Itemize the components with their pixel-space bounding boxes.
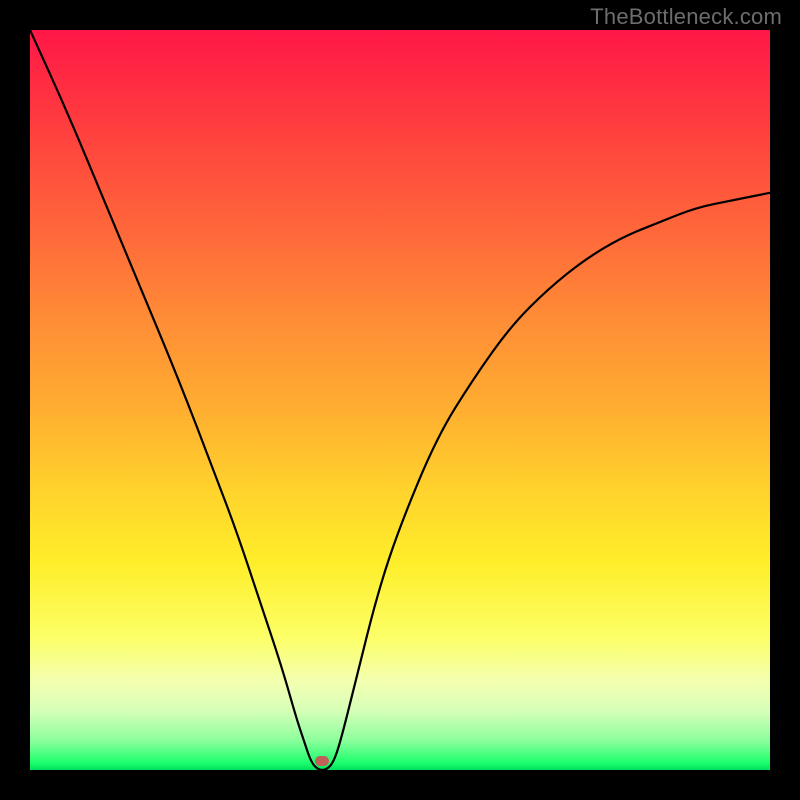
chart-frame: TheBottleneck.com xyxy=(0,0,800,800)
bottleneck-curve xyxy=(30,30,770,770)
watermark-text: TheBottleneck.com xyxy=(590,4,782,30)
optimum-marker xyxy=(315,756,329,766)
chart-plot-area xyxy=(30,30,770,770)
